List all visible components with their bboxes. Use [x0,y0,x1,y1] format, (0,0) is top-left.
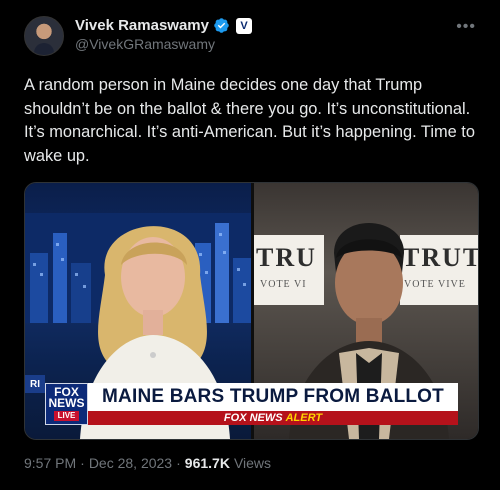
author-display-name[interactable]: Vivek Ramaswamy [75,17,209,34]
meta-separator: · [80,455,85,471]
affiliate-badge-icon[interactable]: V [235,17,252,34]
author-handle[interactable]: @VivekGRamaswamy [75,36,252,52]
alert-prefix: FOX NEWS [223,412,283,424]
news-alert-bar: FOX NEWS ALERT [88,411,458,425]
tweet-text: A random person in Maine decides one day… [24,76,475,165]
channel-edge-tag: RI [25,375,45,393]
fox-news-live-logo: FOX NEWS LIVE [45,383,88,425]
name-row: Vivek Ramaswamy V [75,17,252,34]
more-options-icon[interactable]: ••• [456,19,476,35]
logo-line-news: NEWS [48,396,85,410]
author-names: Vivek Ramaswamy V @VivekGRamaswamy [75,17,252,52]
views-label: Views [233,455,272,471]
tweet-date[interactable]: Dec 28, 2023 [89,455,172,471]
tweet-header: Vivek Ramaswamy V @VivekGRamaswamy [24,16,476,64]
tweet-time[interactable]: 9:57 PM [24,455,76,471]
meta-separator: · [176,455,181,471]
alert-word: ALERT [285,412,323,424]
avatar[interactable] [24,16,64,56]
news-lower-third: FOX NEWS LIVE MAINE BARS TRUMP FROM BALL… [45,383,458,425]
news-headline: MAINE BARS TRUMP FROM BALLOT [88,383,458,411]
tweet: Vivek Ramaswamy V @VivekGRamaswamy ••• A… [0,0,500,490]
tweet-meta: 9:57 PM · Dec 28, 2023 · 961.7K Views [24,455,271,471]
views-count[interactable]: 961.7K [185,455,230,471]
verified-badge-icon[interactable] [213,17,230,34]
logo-live-badge: LIVE [53,411,80,421]
tweet-media-video[interactable]: RI TRU VOTE VI TRUT VOTE VIVE FOX NEWS L… [24,182,479,440]
